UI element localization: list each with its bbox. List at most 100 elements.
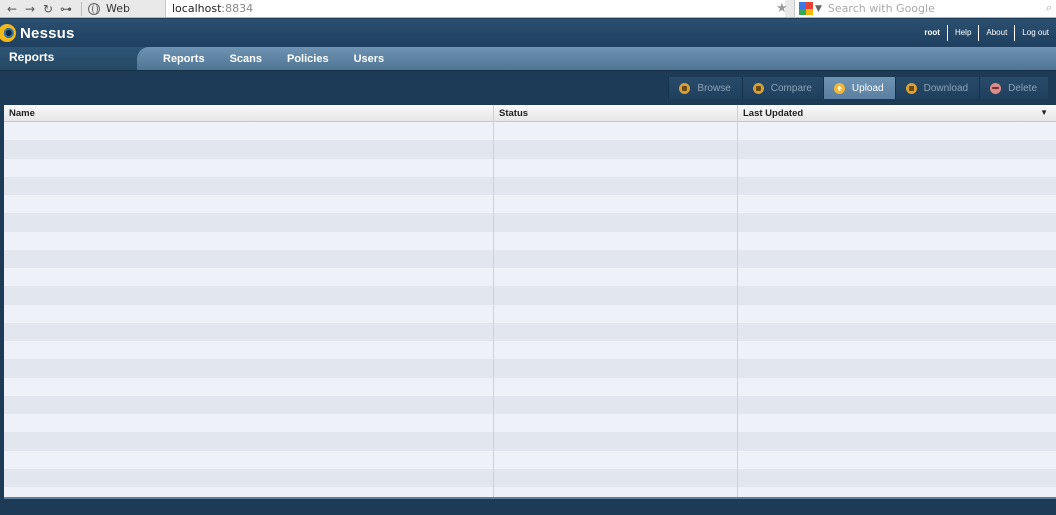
forward-button[interactable]: →: [21, 1, 39, 17]
table-row[interactable]: [4, 414, 1056, 433]
reload-button[interactable]: ↻: [39, 1, 57, 17]
tab-scans[interactable]: Scans: [230, 53, 262, 65]
compare-label: Compare: [770, 82, 812, 94]
logout-link[interactable]: Log out: [1014, 25, 1056, 41]
column-header-last-updated[interactable]: Last Updated ▼: [738, 105, 1056, 121]
delete-label: Delete: [1008, 82, 1037, 94]
table-cell: [494, 414, 738, 433]
table-row[interactable]: [4, 268, 1056, 287]
search-input[interactable]: ▼ Search with Google ⌕: [794, 0, 1056, 17]
table-row[interactable]: [4, 377, 1056, 396]
bookmark-star-icon[interactable]: ★: [776, 1, 788, 16]
browse-button[interactable]: Browse: [668, 77, 742, 99]
table-body: [4, 122, 1056, 497]
table-row[interactable]: [4, 432, 1056, 451]
table-row[interactable]: [4, 231, 1056, 250]
table-cell: [494, 176, 738, 195]
table-cell: [4, 304, 494, 323]
table-row[interactable]: [4, 140, 1056, 159]
tab-users[interactable]: Users: [354, 53, 385, 65]
table-cell: [4, 286, 494, 305]
upload-label: Upload: [851, 82, 884, 94]
upload-icon: [833, 82, 845, 94]
table-cell: [738, 451, 1056, 469]
table-cell: [4, 341, 494, 360]
action-toolbar: Browse Compare Upload Download Delete: [0, 72, 1056, 105]
delete-icon: [990, 82, 1002, 94]
help-link[interactable]: Help: [946, 25, 978, 41]
table-cell: [738, 122, 1056, 140]
table-cell: [4, 122, 494, 141]
table-row[interactable]: [4, 286, 1056, 305]
table-cell: [4, 249, 494, 268]
table-cell: [4, 158, 494, 177]
table-cell: [494, 468, 738, 487]
delete-button[interactable]: Delete: [979, 77, 1048, 99]
nessus-eye-icon: [0, 24, 16, 42]
tab-policies[interactable]: Policies: [287, 53, 329, 65]
url-bar[interactable]: localhost:8834: [165, 0, 785, 17]
chevron-down-icon[interactable]: ▼: [815, 4, 822, 14]
table-cell: [738, 323, 1056, 341]
table-row[interactable]: [4, 341, 1056, 360]
table-cell: [494, 341, 738, 360]
back-button[interactable]: ←: [3, 1, 21, 17]
table-cell: [494, 231, 738, 250]
table-cell: [738, 469, 1056, 487]
table-cell: [494, 286, 738, 305]
table-row[interactable]: [4, 249, 1056, 268]
table-row[interactable]: [4, 450, 1056, 469]
table-cell: [494, 432, 738, 451]
download-label: Download: [923, 82, 969, 94]
table-cell: [4, 140, 494, 159]
column-header-status[interactable]: Status: [494, 105, 738, 121]
table-row[interactable]: [4, 195, 1056, 214]
compare-icon: [752, 82, 764, 94]
download-button[interactable]: Download: [894, 77, 980, 99]
table-cell: [738, 232, 1056, 250]
table-cell: [4, 176, 494, 195]
table-cell: [738, 286, 1056, 304]
table-cell: [4, 468, 494, 487]
site-identity-button[interactable]: Web: [86, 1, 136, 17]
table-cell: [4, 195, 494, 214]
table-cell: [494, 304, 738, 323]
tab-strip: Reports Scans Policies Users: [137, 47, 1056, 70]
browse-label: Browse: [697, 82, 731, 94]
download-icon: [905, 82, 917, 94]
table-row[interactable]: [4, 487, 1056, 497]
user-links: root Help About Log out: [917, 19, 1056, 47]
table-row[interactable]: [4, 359, 1056, 378]
table-row[interactable]: [4, 176, 1056, 195]
sort-desc-icon[interactable]: ▼: [1040, 108, 1048, 117]
compare-button[interactable]: Compare: [741, 77, 823, 99]
table-cell: [4, 395, 494, 414]
table-cell: [494, 450, 738, 469]
table-row[interactable]: [4, 395, 1056, 414]
table-cell: [738, 305, 1056, 323]
table-cell: [4, 359, 494, 378]
table-row[interactable]: [4, 304, 1056, 323]
table-row[interactable]: [4, 122, 1056, 141]
tab-reports[interactable]: Reports: [163, 53, 205, 65]
site-label: Web: [106, 2, 130, 15]
table-row[interactable]: [4, 158, 1056, 177]
table-row[interactable]: [4, 468, 1056, 487]
upload-button[interactable]: Upload: [822, 77, 895, 99]
table-cell: [738, 213, 1056, 231]
browse-icon: [679, 82, 691, 94]
table-cell: [494, 213, 738, 232]
key-icon[interactable]: ⊶: [57, 1, 75, 17]
table-row[interactable]: [4, 322, 1056, 341]
table-cell: [738, 487, 1056, 497]
table-cell: [738, 268, 1056, 286]
user-name: root: [924, 28, 940, 37]
table-cell: [4, 268, 494, 287]
page-title: Reports: [9, 50, 55, 64]
about-link[interactable]: About: [978, 25, 1014, 41]
url-port: :8834: [221, 2, 254, 15]
table-row[interactable]: [4, 213, 1056, 232]
column-header-name[interactable]: Name: [4, 105, 494, 121]
search-icon[interactable]: ⌕: [1046, 1, 1052, 15]
main-nav: Reports Reports Scans Policies Users: [0, 47, 1056, 71]
